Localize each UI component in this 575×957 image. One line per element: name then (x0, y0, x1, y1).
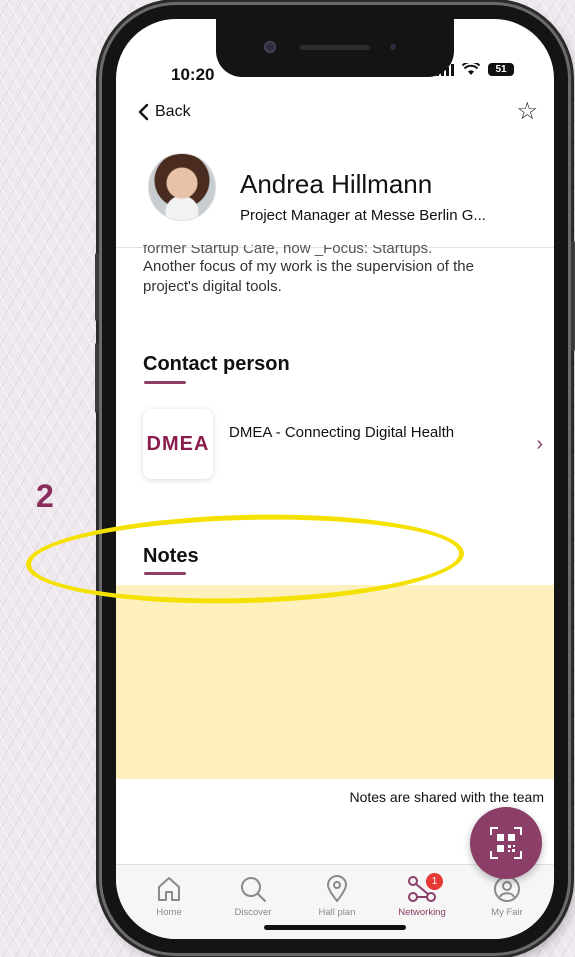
heading-underline (144, 381, 186, 384)
bio-text-block: former Startup Cafe, now _Focus: Startup… (143, 245, 533, 297)
avatar (148, 153, 216, 221)
home-icon (158, 877, 180, 901)
tab-label: My Fair (491, 907, 523, 918)
user-icon (494, 876, 520, 902)
tab-home[interactable]: Home (129, 873, 209, 918)
tab-hall-plan[interactable]: Hall plan (297, 873, 377, 918)
volume-down-button (95, 343, 99, 413)
home-indicator[interactable] (264, 925, 406, 930)
qr-scan-button[interactable] (470, 807, 542, 879)
contact-person-item[interactable]: DMEA DMEA - Connecting Digital Health › (143, 409, 543, 491)
back-button[interactable]: Back (138, 103, 191, 121)
annotation-number: 2 (36, 478, 54, 514)
notch (216, 19, 454, 77)
star-icon[interactable]: ☆ (516, 97, 538, 126)
app-screen: 10:20 51 Back ☆ Andrea Hillmann Project … (116, 19, 554, 939)
battery-icon: 51 (488, 63, 514, 76)
dmea-logo: DMEA (143, 409, 213, 479)
sensor (390, 44, 396, 50)
notes-input-area[interactable] (116, 585, 554, 779)
tab-label: Home (156, 907, 182, 918)
back-label: Back (155, 103, 191, 120)
tab-networking[interactable]: 1 Networking (382, 873, 462, 918)
volume-up-button (95, 253, 99, 321)
status-time: 10:20 (171, 65, 215, 84)
search-icon (241, 877, 266, 902)
front-camera (264, 41, 276, 53)
notification-badge: 1 (426, 873, 443, 890)
tab-label: Discover (234, 907, 272, 918)
wifi-icon (462, 63, 480, 75)
contact-name: DMEA - Connecting Digital Health (229, 424, 455, 441)
bio-text: Another focus of my work is the supervis… (143, 258, 474, 295)
earpiece-speaker (300, 45, 370, 50)
tab-label: Networking (398, 907, 446, 918)
tab-label: Hall plan (318, 907, 356, 918)
profile-title: Project Manager at Messe Berlin G... (240, 207, 486, 224)
contact-person-heading: Contact person (143, 353, 290, 375)
location-pin-icon (326, 875, 348, 903)
power-button (571, 241, 575, 351)
chevron-left-icon (138, 103, 149, 121)
profile-name: Andrea Hillmann (240, 169, 433, 199)
bio-clipped-line: former Startup Cafe, now _Focus: Startup… (143, 245, 433, 257)
qr-code-icon (490, 827, 522, 859)
tab-my-fair[interactable]: My Fair (467, 873, 547, 918)
notes-hint: Notes are shared with the team (349, 789, 544, 805)
chevron-right-icon: › (536, 433, 543, 455)
tab-discover[interactable]: Discover (213, 873, 293, 918)
phone-frame: 10:20 51 Back ☆ Andrea Hillmann Project … (95, 5, 575, 953)
